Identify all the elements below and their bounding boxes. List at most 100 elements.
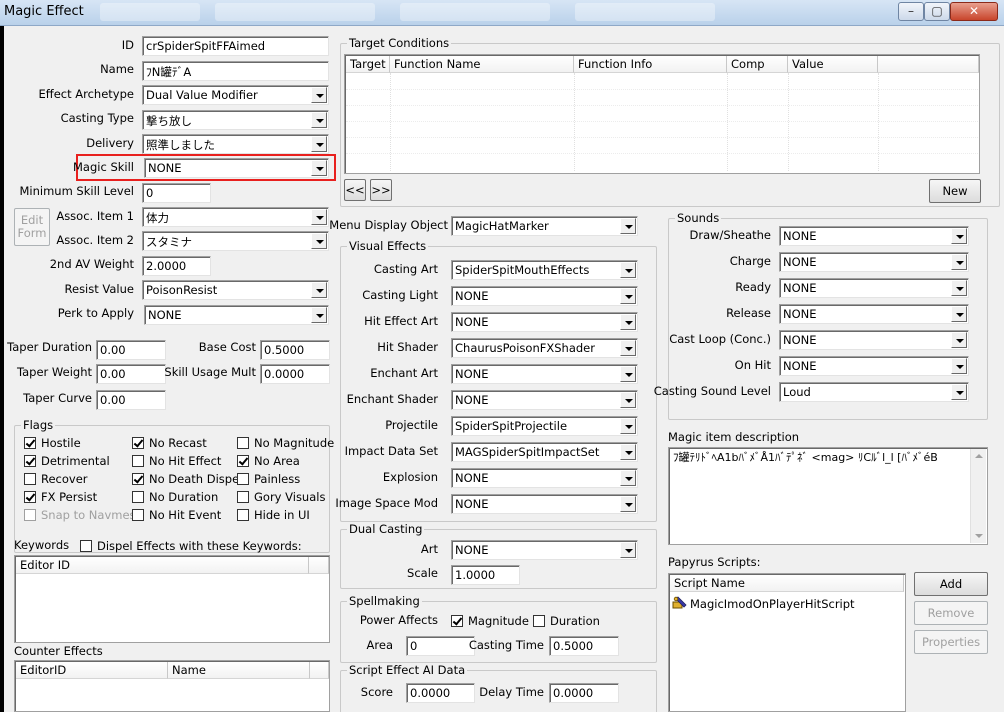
next-condition-button[interactable]: >> xyxy=(370,179,392,201)
flag-checkbox[interactable]: No Death Dispel xyxy=(132,472,242,486)
flag-checkbox[interactable]: No Magnitude xyxy=(237,436,334,450)
taper-weight-field[interactable]: 0.00 xyxy=(96,364,166,384)
sound-select[interactable]: Loud xyxy=(779,382,969,402)
visual-effect-select[interactable]: NONE xyxy=(451,286,638,306)
visual-effect-select[interactable]: NONE xyxy=(451,312,638,332)
title-bar[interactable]: Magic Effect – ▢ ✕ xyxy=(0,0,1004,26)
flag-checkbox[interactable]: Gory Visuals xyxy=(237,490,325,504)
script-effect-ai-title: Script Effect AI Data xyxy=(347,663,468,677)
dual-casting-art-select[interactable]: NONE xyxy=(451,540,638,560)
sound-select[interactable]: NONE xyxy=(779,356,969,376)
checkbox-box xyxy=(451,615,463,627)
edit-form-button[interactable]: Edit Form xyxy=(14,208,50,246)
flag-label: No Duration xyxy=(149,490,219,504)
papyrus-scripts-list[interactable]: Script Name MagicImodOnPlayerHitScript xyxy=(668,573,906,712)
function-name-column-header[interactable]: Function Name xyxy=(390,56,574,73)
perk-to-apply-select[interactable]: NONE xyxy=(144,305,329,325)
name-field[interactable]: ﾌN罐ﾃﾞA xyxy=(142,61,329,81)
visual-effect-select[interactable]: SpiderSpitProjectile xyxy=(451,416,638,436)
taper-duration-field[interactable]: 0.00 xyxy=(96,340,166,360)
sound-label: Cast Loop (Conc.) xyxy=(669,332,771,346)
new-condition-button[interactable]: New xyxy=(929,179,981,203)
checkbox-box xyxy=(80,540,92,552)
dispel-keywords-checkbox[interactable]: Dispel Effects with these Keywords: xyxy=(80,539,302,553)
sound-select[interactable]: NONE xyxy=(779,226,969,246)
skill-usage-mult-field[interactable]: 0.0000 xyxy=(260,364,330,384)
minimum-skill-level-field[interactable]: 0 xyxy=(142,183,211,203)
flag-checkbox[interactable]: No Hit Effect xyxy=(132,454,221,468)
casting-time-field[interactable]: 0.5000 xyxy=(549,636,619,656)
target-column-header[interactable]: Target xyxy=(346,56,390,73)
power-affects-label: Power Affects xyxy=(359,613,438,627)
magnitude-checkbox[interactable]: Magnitude xyxy=(451,614,529,628)
visual-effect-select[interactable]: NONE xyxy=(451,364,638,384)
prev-condition-button[interactable]: << xyxy=(344,179,366,201)
second-av-weight-field[interactable]: 2.0000 xyxy=(142,256,211,276)
script-properties-button[interactable]: Properties xyxy=(914,630,988,654)
counter-effects-list[interactable]: EditorID Name xyxy=(14,660,330,712)
resist-value-select[interactable]: PoisonResist xyxy=(142,280,329,300)
chevron-down-icon xyxy=(951,254,967,270)
value-column-header[interactable]: Value xyxy=(788,56,878,73)
flag-checkbox[interactable]: No Duration xyxy=(132,490,218,504)
script-name-column-header[interactable]: Script Name xyxy=(670,575,904,592)
flag-checkbox[interactable]: Hide in UI xyxy=(237,508,310,522)
sound-select[interactable]: NONE xyxy=(779,278,969,298)
score-field[interactable]: 0.0000 xyxy=(406,683,475,703)
sounds-title: Sounds xyxy=(675,211,722,225)
menu-display-object-select[interactable]: MagicHatMarker xyxy=(451,216,638,236)
maximize-button[interactable]: ▢ xyxy=(924,2,950,21)
magic-skill-select[interactable]: NONE xyxy=(144,158,329,178)
duration-checkbox[interactable]: Duration xyxy=(533,614,600,628)
flag-checkbox[interactable]: Hostile xyxy=(24,436,81,450)
flag-checkbox[interactable]: No Area xyxy=(237,454,300,468)
visual-effect-select[interactable]: NONE xyxy=(451,390,638,410)
delivery-select[interactable]: 照準しました xyxy=(142,134,329,154)
assoc-item-1-select[interactable]: 体力 xyxy=(142,207,329,227)
close-button[interactable]: ✕ xyxy=(950,2,998,21)
script-list-item[interactable]: MagicImodOnPlayerHitScript xyxy=(672,596,855,611)
casting-type-select[interactable]: 撃ち放し xyxy=(142,110,329,130)
sound-select[interactable]: NONE xyxy=(779,330,969,350)
flag-checkbox[interactable]: Snap to Navmesh xyxy=(24,508,143,522)
remove-script-button[interactable]: Remove xyxy=(914,601,988,625)
dual-casting-scale-field[interactable]: 1.0000 xyxy=(451,565,520,585)
flag-label: Hostile xyxy=(41,436,81,450)
sound-select[interactable]: NONE xyxy=(779,304,969,324)
taper-curve-field[interactable]: 0.00 xyxy=(96,390,166,410)
keywords-column-header[interactable]: Editor ID xyxy=(16,557,309,574)
visual-effect-select[interactable]: NONE xyxy=(451,468,638,488)
flag-checkbox[interactable]: No Recast xyxy=(132,436,207,450)
area-field[interactable]: 0 xyxy=(406,636,475,656)
visual-effect-select[interactable]: MAGSpiderSpitImpactSet xyxy=(451,442,638,462)
visual-effect-select[interactable]: ChaurusPoisonFXShader xyxy=(451,338,638,358)
flag-checkbox[interactable]: Painless xyxy=(237,472,300,486)
base-cost-field[interactable]: 0.5000 xyxy=(260,340,330,360)
flag-checkbox[interactable]: No Hit Event xyxy=(132,508,221,522)
background-window-ghost xyxy=(400,3,550,21)
minimize-button[interactable]: – xyxy=(898,2,924,21)
target-conditions-table[interactable]: Target Function Name Function Info Comp … xyxy=(344,54,980,174)
flag-checkbox[interactable]: Recover xyxy=(24,472,88,486)
description-scrollbar[interactable] xyxy=(970,449,986,543)
flag-checkbox[interactable]: Detrimental xyxy=(24,454,110,468)
sound-label: Charge xyxy=(729,254,771,268)
magic-item-description-field[interactable]: ﾌ罐ﾃﾘﾄﾞﾍA1bﾊﾞﾒﾞÅ1ﾊﾞﾃﾟﾈﾞ <mag> ﾘCﾙﾞl_l [ﾊﾞ… xyxy=(668,447,988,545)
comp-column-header[interactable]: Comp xyxy=(727,56,788,73)
visual-effect-select[interactable]: NONE xyxy=(451,494,638,514)
scroll-down-icon xyxy=(975,534,983,538)
flag-label: No Hit Effect xyxy=(149,454,222,468)
effect-archetype-select[interactable]: Dual Value Modifier xyxy=(142,85,329,105)
sound-select[interactable]: NONE xyxy=(779,252,969,272)
visual-effect-select[interactable]: SpiderSpitMouthEffects xyxy=(451,260,638,280)
delay-time-field[interactable]: 0.0000 xyxy=(549,683,619,703)
counter-effects-editorid-header[interactable]: EditorID xyxy=(16,662,168,679)
flag-checkbox[interactable]: FX Persist xyxy=(24,490,97,504)
counter-effects-name-header[interactable]: Name xyxy=(168,662,310,679)
function-info-column-header[interactable]: Function Info xyxy=(574,56,727,73)
assoc-item-2-select[interactable]: スタミナ xyxy=(142,231,329,251)
add-script-button[interactable]: Add xyxy=(914,572,988,596)
id-field[interactable]: crSpiderSpitFFAimed xyxy=(142,36,329,56)
keywords-list[interactable]: Editor ID xyxy=(14,555,330,643)
resist-value-label: Resist Value xyxy=(64,282,134,296)
